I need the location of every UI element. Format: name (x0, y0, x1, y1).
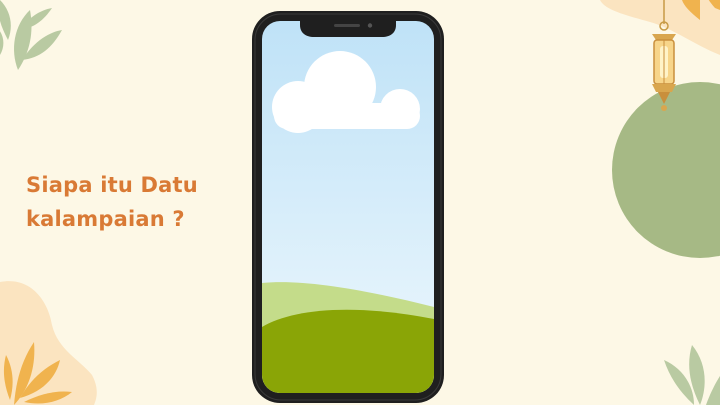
leaf-icon (664, 345, 720, 405)
leaf-icon (0, 0, 62, 70)
phone-notch (300, 19, 396, 37)
hill-dark (262, 309, 434, 393)
phone-screen (262, 21, 434, 393)
phone-speaker (334, 24, 360, 27)
question-line-1: Siapa itu Datu (26, 173, 198, 197)
phone-camera (367, 23, 373, 28)
question-line-2: kalampaian ? (26, 207, 185, 231)
smartphone-icon (252, 11, 444, 403)
slide: Siapa itu Datu kalampaian ? (0, 0, 720, 405)
peach-blob-bottom-left (0, 281, 97, 405)
question-text: Siapa itu Datu kalampaian ? (26, 168, 236, 236)
